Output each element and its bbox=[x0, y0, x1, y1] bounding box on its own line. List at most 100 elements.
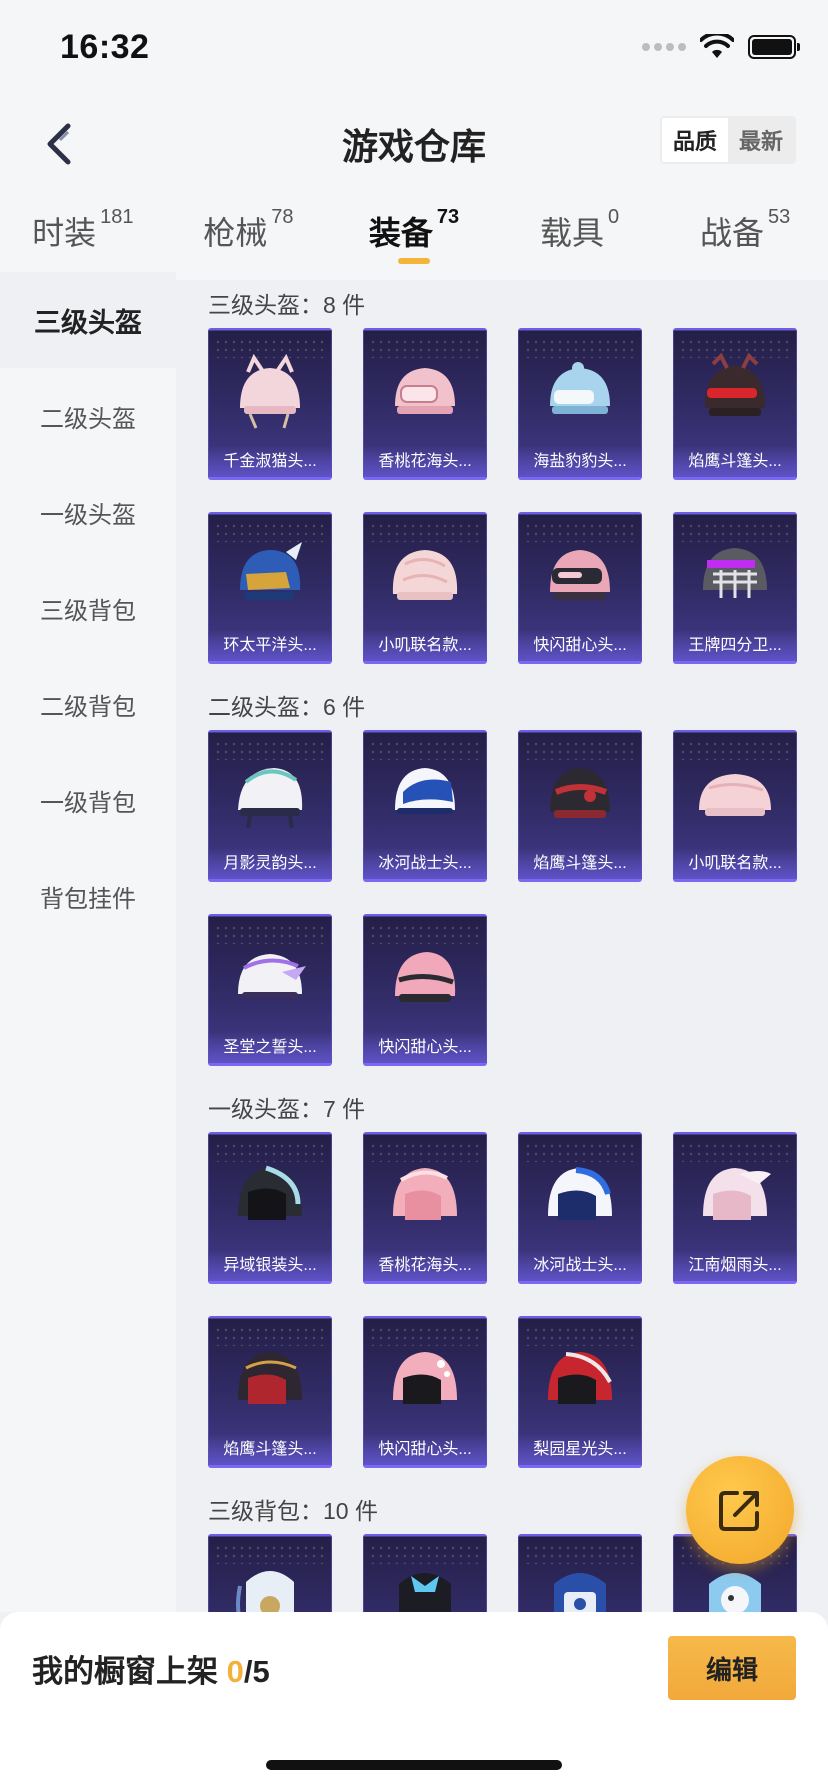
signal-icon bbox=[642, 43, 686, 51]
item-card[interactable]: 焰鹰斗篷头... bbox=[208, 1316, 332, 1468]
item-card[interactable]: 冰河战士头... bbox=[518, 1132, 642, 1284]
item-card[interactable]: 焰鹰斗篷头... bbox=[518, 730, 642, 882]
helmet-icon bbox=[395, 768, 455, 814]
sort-toggle: 品质 最新 bbox=[660, 116, 796, 164]
helmet-icon bbox=[705, 352, 765, 416]
header: 游戏仓库 品质 最新 时装 181 枪械 78 装备 73 载具 0 战备 53 bbox=[0, 100, 828, 280]
item-name: 冰河战士头... bbox=[363, 849, 487, 879]
item-name: 焰鹰斗篷头... bbox=[673, 447, 797, 477]
share-button[interactable] bbox=[686, 1456, 794, 1564]
item-name: 小叽联名款... bbox=[673, 849, 797, 879]
helmet-icon bbox=[395, 368, 455, 414]
bottom-bar: 我的橱窗上架 0/5 编辑 bbox=[0, 1612, 828, 1792]
item-name: 圣堂之誓头... bbox=[208, 1033, 332, 1063]
home-indicator[interactable] bbox=[266, 1760, 562, 1770]
sidebar-item-level2-backpack[interactable]: 二级背包 bbox=[0, 656, 176, 752]
tab-count: 73 bbox=[436, 206, 460, 228]
tab-weapons[interactable]: 枪械 78 bbox=[166, 204, 332, 280]
item-card[interactable]: 王牌四分卫... bbox=[673, 512, 797, 664]
item-name: 环太平洋头... bbox=[208, 631, 332, 661]
tab-label: 枪械 bbox=[203, 215, 268, 251]
tab-fashion[interactable]: 时装 181 bbox=[0, 204, 166, 280]
helmet-icon bbox=[392, 550, 458, 600]
backpack-icon bbox=[236, 1571, 294, 1612]
sidebar-item-level1-backpack[interactable]: 一级背包 bbox=[0, 752, 176, 848]
sidebar-item-level1-helmet[interactable]: 一级头盔 bbox=[0, 464, 176, 560]
helmet-icon bbox=[240, 353, 300, 429]
sidebar-item-level3-backpack[interactable]: 三级背包 bbox=[0, 560, 176, 656]
item-grid: 月影灵韵头... 冰河战士头... 焰鹰斗篷头... 小叽联名款... 圣堂之誓… bbox=[208, 730, 828, 1066]
edit-button[interactable]: 编辑 bbox=[668, 1636, 796, 1700]
wifi-icon bbox=[700, 34, 734, 58]
item-grid: 异域银装头... 香桃花海头... 冰河战士头... 江南烟雨头... 焰鹰斗篷… bbox=[208, 1132, 828, 1468]
helmet-icon bbox=[550, 768, 610, 818]
share-icon bbox=[719, 1491, 759, 1531]
helmet-icon bbox=[548, 1167, 612, 1220]
helmet-icon bbox=[238, 954, 306, 998]
helmet-icon bbox=[240, 542, 302, 600]
item-card[interactable]: 小叽联名款... bbox=[363, 512, 487, 664]
helmet-icon bbox=[238, 1352, 302, 1404]
helmet-icon bbox=[703, 1168, 771, 1220]
helmet-icon bbox=[699, 774, 771, 816]
item-name: 王牌四分卫... bbox=[673, 631, 797, 661]
item-card[interactable]: 海盐豹豹头... bbox=[518, 328, 642, 480]
helmet-icon bbox=[550, 550, 610, 600]
item-name: 江南烟雨头... bbox=[673, 1251, 797, 1281]
helmet-icon bbox=[393, 1352, 457, 1404]
item-name: 千金淑猫头... bbox=[208, 447, 332, 477]
backpack-icon bbox=[399, 1573, 451, 1612]
backpack-icon bbox=[709, 1573, 761, 1612]
tab-vehicles[interactable]: 载具 0 bbox=[497, 204, 663, 280]
item-list[interactable]: 三级头盔：8 件 千金淑猫头... 香桃花海头... 海盐豹豹头... 焰鹰斗篷… bbox=[176, 272, 828, 1612]
item-name: 快闪甜心头... bbox=[363, 1435, 487, 1465]
item-card[interactable]: 快闪甜心头... bbox=[363, 914, 487, 1066]
helmet-icon bbox=[238, 768, 303, 829]
sidebar-item-level3-helmet[interactable]: 三级头盔 bbox=[0, 272, 176, 368]
item-card[interactable] bbox=[363, 1534, 487, 1612]
item-card[interactable]: 月影灵韵头... bbox=[208, 730, 332, 882]
status-time: 16:32 bbox=[60, 28, 150, 66]
item-card[interactable]: 快闪甜心头... bbox=[518, 512, 642, 664]
item-name: 冰河战士头... bbox=[518, 1251, 642, 1281]
item-card[interactable]: 千金淑猫头... bbox=[208, 328, 332, 480]
sidebar-item-level2-helmet[interactable]: 二级头盔 bbox=[0, 368, 176, 464]
tab-count: 78 bbox=[271, 206, 294, 228]
tab-equipment[interactable]: 装备 73 bbox=[331, 204, 497, 280]
item-card[interactable]: 圣堂之誓头... bbox=[208, 914, 332, 1066]
item-card[interactable] bbox=[518, 1534, 642, 1612]
item-card[interactable]: 香桃花海头... bbox=[363, 1132, 487, 1284]
showcase-status: 我的橱窗上架 0/5 bbox=[32, 1646, 270, 1691]
sidebar-item-backpack-charm[interactable]: 背包挂件 bbox=[0, 848, 176, 944]
item-card[interactable]: 梨园星光头... bbox=[518, 1316, 642, 1468]
item-card[interactable] bbox=[208, 1534, 332, 1612]
tab-label: 时装 bbox=[32, 215, 97, 251]
tab-label: 装备 bbox=[368, 215, 433, 251]
item-card[interactable]: 快闪甜心头... bbox=[363, 1316, 487, 1468]
item-name: 快闪甜心头... bbox=[518, 631, 642, 661]
sort-newest-button[interactable]: 最新 bbox=[728, 118, 794, 162]
backpack-icon bbox=[554, 1573, 606, 1612]
tab-count: 53 bbox=[768, 206, 791, 228]
tab-label: 载具 bbox=[540, 215, 605, 251]
section-title: 一级头盔：7 件 bbox=[208, 1096, 366, 1122]
category-tabs: 时装 181 枪械 78 装备 73 载具 0 战备 53 bbox=[0, 204, 828, 280]
item-name: 香桃花海头... bbox=[363, 447, 487, 477]
item-card[interactable]: 江南烟雨头... bbox=[673, 1132, 797, 1284]
item-name: 香桃花海头... bbox=[363, 1251, 487, 1281]
helmet-icon bbox=[703, 548, 767, 598]
item-card[interactable]: 环太平洋头... bbox=[208, 512, 332, 664]
item-name: 梨园星光头... bbox=[518, 1435, 642, 1465]
item-card[interactable]: 焰鹰斗篷头... bbox=[673, 328, 797, 480]
item-card[interactable]: 香桃花海头... bbox=[363, 328, 487, 480]
item-card[interactable]: 异域银装头... bbox=[208, 1132, 332, 1284]
item-card[interactable]: 小叽联名款... bbox=[673, 730, 797, 882]
showcase-used-count: 0 bbox=[226, 1654, 244, 1689]
item-name: 焰鹰斗篷头... bbox=[208, 1435, 332, 1465]
tab-supplies[interactable]: 战备 53 bbox=[662, 204, 828, 280]
sort-quality-button[interactable]: 品质 bbox=[662, 118, 728, 162]
helmet-icon bbox=[548, 1352, 612, 1404]
section-title: 二级头盔：6 件 bbox=[208, 694, 366, 720]
item-name: 焰鹰斗篷头... bbox=[518, 849, 642, 879]
item-card[interactable]: 冰河战士头... bbox=[363, 730, 487, 882]
